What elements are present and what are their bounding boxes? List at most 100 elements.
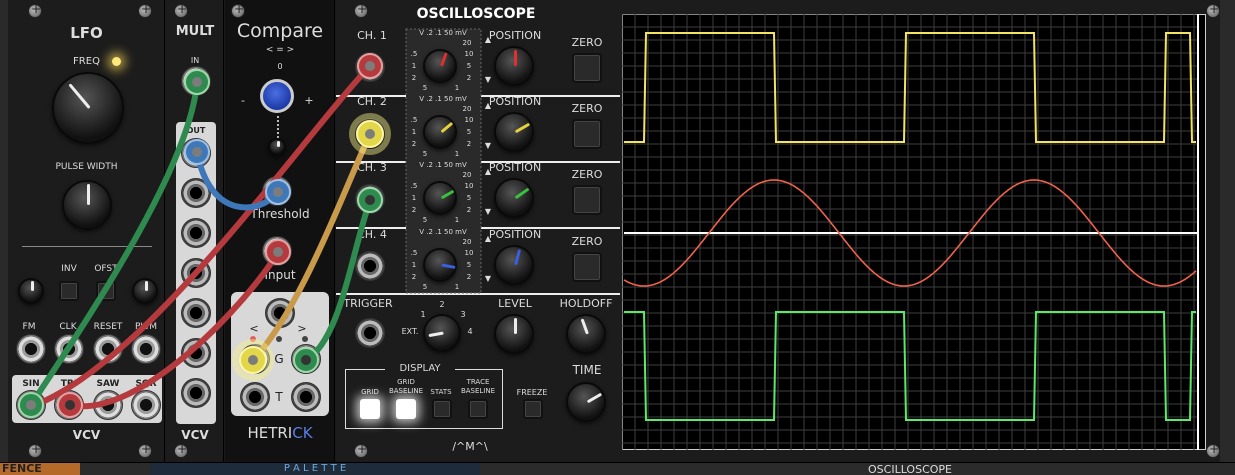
time-label: TIME — [572, 363, 602, 377]
scale-right-label-d: 2 — [466, 140, 472, 148]
zero-label: ZERO — [571, 36, 603, 49]
channel-position-knob[interactable] — [494, 112, 534, 152]
channel-input-jack[interactable] — [355, 52, 385, 82]
channel-label: CH. 4 — [357, 228, 387, 241]
pwm-input-jack[interactable] — [131, 334, 161, 364]
channel-label: CH. 1 — [357, 29, 387, 42]
clk-input-jack[interactable] — [54, 334, 84, 364]
channel-zero-button[interactable] — [572, 119, 602, 149]
scale-left-label-c: 2 — [411, 273, 417, 281]
mult-out-jack-6[interactable] — [181, 338, 211, 368]
tri-label: TRI — [60, 379, 78, 389]
inv-button[interactable] — [59, 281, 79, 301]
trace-baseline-toggle-button[interactable] — [468, 399, 488, 419]
greater-trig-output-jack[interactable] — [291, 382, 321, 412]
less-gate-output-jack[interactable] — [240, 344, 270, 374]
less-trig-output-jack[interactable] — [240, 382, 270, 412]
channel-scale-knob[interactable] — [423, 49, 457, 83]
reset-input-jack[interactable] — [93, 334, 123, 364]
fm-knob[interactable] — [18, 278, 44, 304]
channel-scale-knob[interactable] — [423, 181, 457, 215]
down-arrow-icon: ▼ — [484, 274, 492, 283]
greater-led — [302, 336, 308, 342]
holdoff-knob[interactable] — [566, 314, 606, 354]
fm-label: FM — [22, 322, 36, 332]
mult-in-jack[interactable] — [181, 66, 211, 96]
scale-top-label: V .2 .1 50 mV — [419, 29, 467, 37]
pulse-width-label: PULSE WIDTH — [55, 162, 118, 172]
tri-output-jack[interactable] — [54, 390, 84, 420]
channel-scale-knob[interactable] — [423, 115, 457, 149]
screw-icon — [28, 2, 42, 18]
mult-out-jack-2[interactable] — [181, 178, 211, 208]
channel-input-jack[interactable] — [355, 184, 385, 214]
channel-zero-button[interactable] — [572, 252, 602, 282]
mult-out-label: OUT — [186, 126, 206, 135]
display-label: DISPLAY — [385, 363, 455, 374]
scale-right-label-c: 5 — [466, 62, 472, 70]
screw-icon — [138, 2, 152, 18]
freeze-label: FREEZE — [516, 388, 548, 397]
trig-tick-1: 1 — [420, 310, 426, 319]
scale-bottom-left-label: 5 — [422, 216, 428, 224]
stats-label: STATS — [430, 388, 452, 396]
screw-icon — [174, 442, 188, 458]
channel-position-knob[interactable] — [494, 178, 534, 218]
channel-label: CH. 2 — [357, 95, 387, 108]
threshold-input-jack[interactable] — [262, 176, 292, 206]
ofst-button[interactable] — [96, 281, 116, 301]
mult-out-jack-5[interactable] — [181, 298, 211, 328]
freq-knob[interactable] — [52, 72, 124, 144]
level-knob[interactable] — [494, 314, 534, 354]
mult-out-jack-1[interactable] — [181, 138, 211, 168]
scale-left-label-c: 2 — [411, 206, 417, 214]
channel-position-knob[interactable] — [494, 46, 534, 86]
pwm-knob[interactable] — [132, 278, 158, 304]
hetrick-logo: HETRICK — [247, 424, 313, 442]
sin-output-jack[interactable] — [16, 390, 46, 420]
trig-tick-2: 2 — [439, 300, 445, 309]
compare-input-jack[interactable] — [262, 236, 292, 266]
mult-out-jack-3[interactable] — [181, 218, 211, 248]
greater-gate-output-jack[interactable] — [291, 344, 321, 374]
scale-bottom-left-label: 5 — [422, 283, 428, 291]
screw-icon — [1206, 442, 1220, 458]
mult-out-jack-4[interactable] — [181, 258, 211, 288]
scale-right-label-c: 5 — [466, 128, 472, 136]
vcv-logo: VCV — [72, 428, 101, 442]
mult-in-label: IN — [190, 56, 200, 65]
grid-baseline-toggle-button[interactable] — [396, 399, 416, 419]
scale-top-label: V .2 .1 50 mV — [419, 95, 467, 103]
channel-zero-button[interactable] — [572, 185, 602, 215]
saw-output-jack[interactable] — [93, 390, 123, 420]
scale-left-label-b: 1 — [411, 62, 417, 70]
compare-top-jack[interactable] — [265, 298, 295, 328]
scale-right-label-a: 20 — [462, 238, 472, 246]
pulse-width-knob[interactable] — [62, 180, 112, 230]
threshold-attenuator-knob[interactable] — [268, 138, 286, 156]
channel-input-jack[interactable] — [355, 118, 385, 148]
channel-zero-button[interactable] — [572, 53, 602, 83]
channel-scale-knob[interactable] — [423, 248, 457, 282]
mult-out-jack-7[interactable] — [181, 378, 211, 408]
trigger-source-knob[interactable] — [423, 314, 461, 352]
mult-title: MULT — [175, 24, 215, 39]
inv-label: INV — [61, 264, 77, 274]
threshold-knob[interactable] — [260, 79, 294, 113]
scale-bottom-left-label: 5 — [422, 84, 428, 92]
time-knob[interactable] — [566, 382, 606, 422]
threshold-label: Threshold — [250, 207, 310, 221]
grid-toggle-button[interactable] — [360, 399, 380, 419]
sqr-output-jack[interactable] — [131, 390, 161, 420]
less-led — [250, 336, 256, 342]
scale-top-label: V .2 .1 50 mV — [419, 161, 467, 169]
channel-input-jack[interactable] — [355, 251, 385, 281]
mult-module: MULT IN OUT VCV — [166, 0, 224, 462]
channel-position-knob[interactable] — [494, 245, 534, 285]
freeze-button[interactable] — [523, 399, 543, 419]
fm-input-jack[interactable] — [16, 334, 46, 364]
reset-label: RESET — [93, 322, 123, 332]
trigger-input-jack[interactable] — [355, 318, 385, 348]
stats-toggle-button[interactable] — [432, 399, 452, 419]
scale-bottom-right-label: 1 — [454, 150, 460, 158]
